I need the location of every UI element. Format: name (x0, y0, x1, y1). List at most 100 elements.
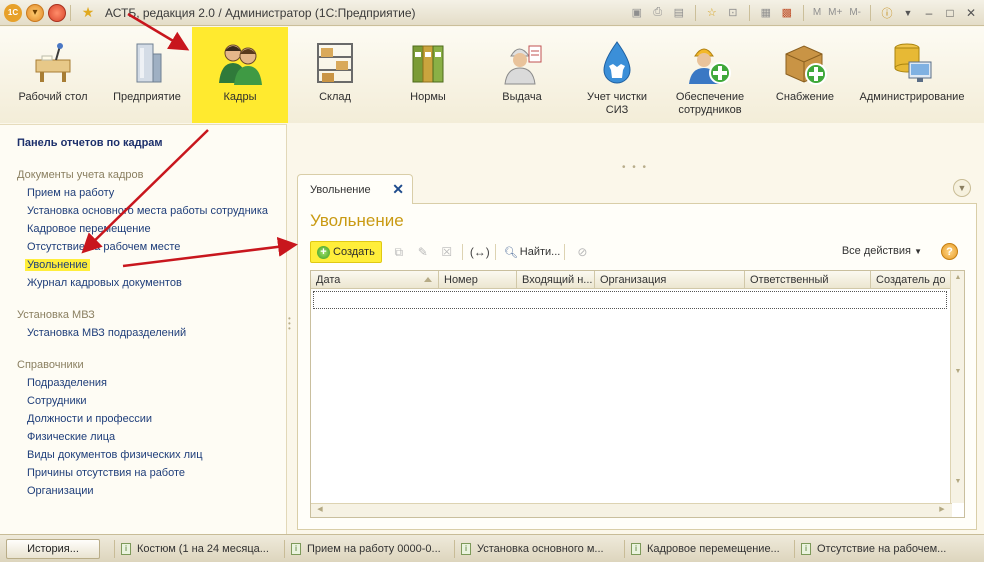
preview-icon[interactable]: ▤ (670, 4, 688, 22)
documents-table[interactable]: Дата Номер Входящий н... Организация Отв… (310, 270, 965, 518)
memory-subtract-button[interactable]: M- (847, 4, 863, 22)
app-logo-icon[interactable]: 1С (4, 3, 22, 22)
panel-resize-handle[interactable]: • • • (288, 315, 294, 336)
column-label: Входящий н... (522, 274, 593, 286)
all-actions-menu[interactable]: Все действия ▼ (842, 245, 922, 257)
column-header-organization[interactable]: Организация (595, 271, 745, 289)
horizontal-scrollbar[interactable]: ◀ ▶ (311, 503, 952, 517)
section-label: Рабочий стол (18, 91, 88, 103)
delete-icon[interactable]: ☒ (436, 241, 458, 263)
section-desktop[interactable]: Рабочий стол (18, 27, 88, 123)
nav-link[interactable]: Кадровое перемещение (27, 223, 151, 235)
chevron-down-icon[interactable]: ▼ (953, 179, 971, 197)
close-icon[interactable]: ✕ (392, 181, 404, 198)
section-label: Предприятие (113, 91, 181, 103)
close-icon[interactable]: ✕ (962, 4, 980, 22)
nav-link[interactable]: Сотрудники (27, 395, 87, 407)
section-admin[interactable]: Администрирование (856, 27, 968, 123)
section-label: Склад (319, 91, 351, 103)
history-button[interactable]: История... (6, 538, 100, 559)
table-header: Дата Номер Входящий н... Организация Отв… (311, 271, 951, 289)
main-menu-icon[interactable]: ▾ (26, 3, 44, 22)
section-issue[interactable]: Выдача (488, 27, 556, 123)
divider (564, 244, 566, 260)
nav-link[interactable]: Установка основного места работы сотрудн… (27, 205, 268, 217)
cancel-search-icon[interactable]: ⊘ (571, 241, 593, 263)
open-window-item[interactable]: i Отсутствие на рабочем... (794, 539, 950, 558)
calculator-icon[interactable]: ▦ (757, 4, 775, 22)
print-icon[interactable]: ⎙ (649, 4, 667, 22)
form-title: Увольнение (310, 211, 404, 230)
divider (694, 4, 696, 21)
plus-icon: + (317, 245, 330, 259)
history-icon[interactable]: ⊡ (724, 4, 742, 22)
maximize-icon[interactable]: □ (941, 4, 959, 22)
scroll-up-icon[interactable]: ▲ (953, 273, 963, 283)
info-icon[interactable]: ⓘ (878, 4, 896, 22)
column-header-incoming[interactable]: Входящий н... (517, 271, 595, 289)
help-icon[interactable]: ? (941, 243, 958, 260)
nav-link[interactable]: Физические лица (27, 431, 115, 443)
copy-icon[interactable]: ⧉ (388, 241, 410, 263)
scroll-down-icon[interactable]: ▼ (953, 477, 963, 487)
sections-resize-handle[interactable]: • • • (622, 162, 648, 173)
scroll-left-icon[interactable]: ◀ (315, 505, 325, 515)
nav-link[interactable]: Отсутствие на рабочем месте (27, 241, 180, 253)
section-enterprise[interactable]: Предприятие (108, 27, 186, 123)
nav-link[interactable]: Установка МВЗ подразделений (27, 327, 186, 339)
open-window-item[interactable]: i Установка основного м... (454, 539, 610, 558)
minimize-icon[interactable]: – (920, 4, 938, 22)
calendar-icon[interactable]: ▩ (778, 4, 796, 22)
find-label: Найти... (519, 246, 561, 258)
desk-icon (29, 39, 77, 87)
section-cleaning[interactable]: Учет чистки СИЗ (578, 27, 656, 123)
divider (870, 4, 871, 21)
column-header-creator[interactable]: Создатель до (871, 271, 951, 289)
column-header-date[interactable]: Дата (311, 271, 439, 289)
panel-title[interactable]: Панель отчетов по кадрам (17, 137, 163, 149)
memory-add-button[interactable]: M+ (826, 4, 844, 22)
memory-button[interactable]: M (811, 4, 823, 22)
save-icon[interactable]: ▣ (628, 4, 646, 22)
section-warehouse[interactable]: Склад (300, 27, 370, 123)
functions-menu-icon[interactable] (48, 3, 66, 22)
nav-link[interactable]: Организации (27, 485, 94, 497)
column-label: Создатель до (876, 274, 946, 286)
section-hr[interactable]: Кадры (192, 27, 288, 123)
nav-link[interactable]: Прием на работу (27, 187, 114, 199)
nav-link-dismissal[interactable]: Увольнение (25, 259, 90, 271)
group-title: Документы учета кадров (17, 169, 144, 181)
column-header-number[interactable]: Номер (439, 271, 517, 289)
vertical-scrollbar[interactable]: ▲ ▼ ▼ (950, 271, 964, 503)
scroll-right-icon[interactable]: ▶ (937, 505, 947, 515)
find-button[interactable]: 🔍︎ Найти... (504, 246, 561, 259)
title-toolbar: ▣ ⎙ ▤ ☆ ⊡ ▦ ▩ M M+ M- ⓘ ▼ – □ ✕ (628, 4, 980, 22)
section-norms[interactable]: Нормы (392, 27, 464, 123)
create-button[interactable]: + Создать (310, 241, 382, 263)
box-add-icon (781, 39, 829, 87)
add-favorite-icon[interactable]: ☆ (703, 4, 721, 22)
sort-ascending-icon (424, 277, 432, 282)
open-window-item[interactable]: i Кадровое перемещение... (624, 539, 780, 558)
open-window-item[interactable]: i Костюм (1 на 24 месяца... (114, 539, 270, 558)
nav-link[interactable]: Подразделения (27, 377, 107, 389)
nav-link[interactable]: Причины отсутствия на работе (27, 467, 185, 479)
table-row[interactable] (313, 291, 947, 309)
tab-dismissal[interactable]: Увольнение ✕ (297, 174, 413, 204)
link-icon[interactable]: (↔) (469, 241, 491, 263)
title-bar: 1С ▾ ★ АСТБ, редакция 2.0 / Администрато… (0, 0, 984, 26)
section-supply[interactable]: Снабжение (770, 27, 840, 123)
column-label: Дата (316, 274, 341, 286)
open-window-item[interactable]: i Прием на работу 0000-0... (284, 539, 440, 558)
section-provision[interactable]: Обеспечение сотрудников (668, 27, 752, 123)
status-bar: История... i Костюм (1 на 24 месяца... i… (0, 534, 984, 562)
nav-link[interactable]: Виды документов физических лиц (27, 449, 203, 461)
nav-link[interactable]: Журнал кадровых документов (27, 277, 182, 289)
section-label: Кадры (223, 91, 257, 103)
favorites-star-icon[interactable]: ★ (79, 4, 97, 22)
nav-link[interactable]: Должности и профессии (27, 413, 152, 425)
column-header-responsible[interactable]: Ответственный (745, 271, 871, 289)
edit-icon[interactable]: ✎ (412, 241, 434, 263)
worker-icon (498, 39, 546, 87)
chevron-down-icon[interactable]: ▼ (899, 4, 917, 22)
